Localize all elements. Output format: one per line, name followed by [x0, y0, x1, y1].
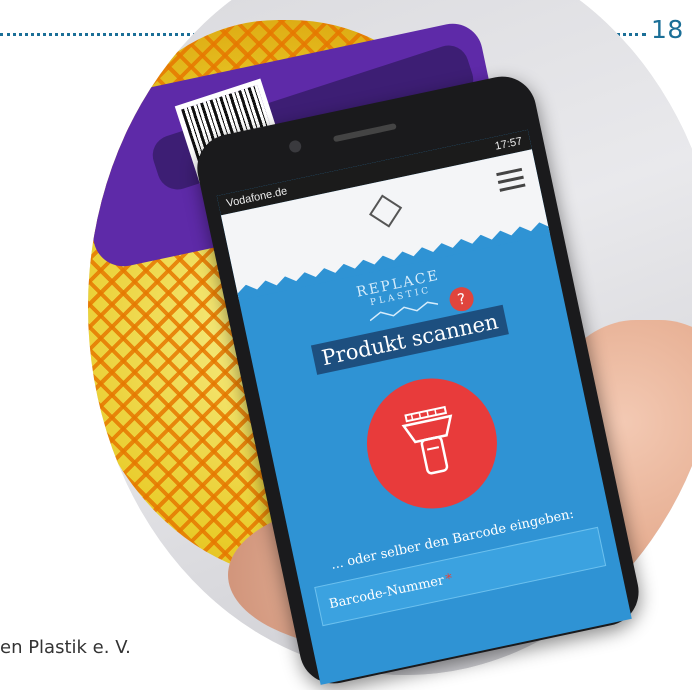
- barcode-scanner-icon: [401, 405, 453, 475]
- logo-icon[interactable]: [369, 194, 403, 228]
- barcode-input-placeholder: Barcode-Nummer: [327, 572, 446, 612]
- clock: 17:57: [493, 135, 524, 153]
- scan-button[interactable]: [354, 366, 510, 521]
- menu-icon[interactable]: [496, 167, 526, 193]
- required-marker: *: [444, 570, 454, 587]
- earpiece-speaker: [332, 123, 397, 143]
- photo-caption: en Plastik e. V.: [0, 637, 131, 658]
- front-camera: [288, 139, 303, 154]
